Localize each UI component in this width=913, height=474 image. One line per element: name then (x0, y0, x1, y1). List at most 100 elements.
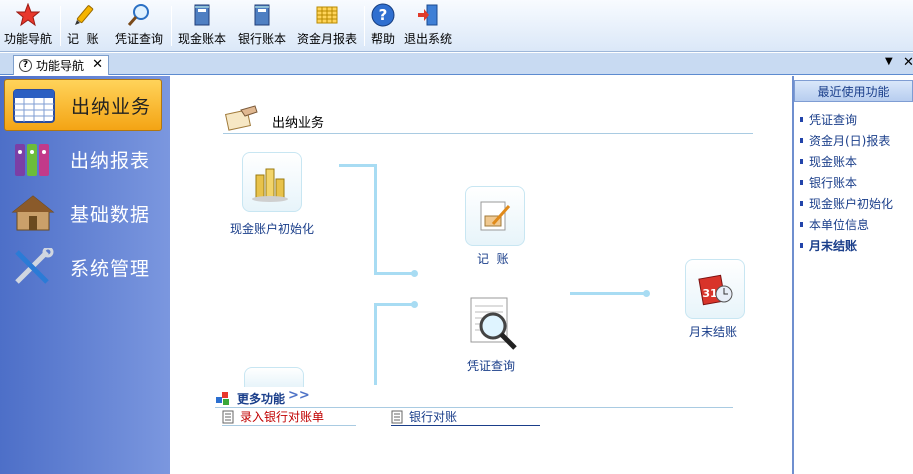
month-end-node-label[interactable]: 月末结账 (689, 323, 737, 340)
notepad-pencil-icon (480, 201, 511, 231)
recent-item-label: 凭证查询 (809, 112, 858, 127)
flow-connector (374, 164, 377, 274)
house-icon (10, 192, 56, 234)
nav-item-basic-data[interactable]: 基础数据 (4, 187, 162, 239)
help-icon: ? (19, 59, 32, 72)
cash-book-button-label: 现金账本 (178, 32, 227, 46)
voucher-query-node-label[interactable]: 凭证查询 (467, 357, 515, 374)
recent-item-cash-account-init[interactable]: 现金账户初始化 (800, 195, 893, 211)
cubes-icon (215, 390, 231, 409)
exit-icon (415, 2, 441, 28)
flow-connector (374, 303, 414, 306)
nav-item-label: 系统管理 (70, 257, 151, 280)
recent-item-bank-book[interactable]: 银行账本 (800, 174, 857, 190)
nav-button[interactable]: 功能导航 (4, 2, 52, 50)
flow-dot (643, 290, 650, 297)
nav-item-system-management[interactable]: 系统管理 (4, 241, 162, 293)
journal-button[interactable]: 记 账 (67, 2, 99, 50)
toolbar-separator (60, 6, 61, 46)
journal-button-label: 记 账 (67, 32, 99, 46)
toolbar-separator (364, 6, 365, 46)
voucher-query-button[interactable]: 凭证查询 (115, 2, 163, 50)
voucher-query-node[interactable] (463, 294, 523, 354)
section-header: 出纳业务 (223, 104, 753, 134)
recent-item-voucher-query[interactable]: 凭证查询 (800, 111, 857, 127)
journal-node[interactable] (465, 186, 525, 246)
recent-item-fund-report[interactable]: 资金月(日)报表 (800, 132, 890, 148)
flow-dot (411, 301, 418, 308)
spreadsheet-icon (314, 2, 340, 28)
month-end-node[interactable]: 31 (685, 259, 745, 319)
exit-button-label: 退出系统 (404, 32, 453, 46)
binders-icon (10, 138, 56, 180)
section-title: 出纳业务 (272, 116, 325, 131)
tools-icon (10, 246, 56, 288)
recent-functions-title: 最近使用功能 (817, 84, 890, 99)
svg-text:31: 31 (702, 287, 717, 300)
recent-item-label: 资金月(日)报表 (809, 133, 891, 148)
ledger-icon (189, 2, 215, 28)
tab-bar: ? 功能导航 ✕ ▼ ✕ (0, 53, 913, 75)
help-button-label: 帮助 (370, 32, 395, 46)
close-icon[interactable]: ✕ (903, 55, 913, 70)
fund-report-button-label: 资金月报表 (297, 32, 358, 46)
flow-dot (411, 270, 418, 277)
nav-item-label: 出纳报表 (70, 149, 151, 172)
recent-item-label: 银行账本 (809, 175, 858, 190)
bank-book-button[interactable]: 银行账本 (238, 2, 286, 50)
flow-connector (374, 303, 377, 385)
sub-link-label: 银行对账 (409, 410, 458, 424)
nav-item-cashier-business[interactable]: 出纳业务 (4, 79, 162, 131)
recent-functions-header: 最近使用功能 (794, 80, 913, 102)
nav-item-label: 基础数据 (70, 203, 151, 226)
recent-item-label: 月末结账 (809, 238, 858, 253)
fund-report-button[interactable]: 资金月报表 (297, 2, 357, 50)
more-functions-bar: 更多功能 >> (215, 388, 733, 408)
document-icon (222, 410, 234, 423)
help-button[interactable]: ? 帮助 (370, 2, 396, 50)
journal-node-label[interactable]: 记 账 (477, 250, 509, 267)
bank-book-button-label: 银行账本 (238, 32, 287, 46)
tab-label: 功能导航 (36, 59, 85, 73)
nav-item-label: 出纳业务 (71, 95, 152, 118)
svg-text:?: ? (379, 6, 388, 24)
more-functions-expand-icon[interactable]: >> (288, 388, 310, 403)
tab-list-dropdown-icon[interactable]: ▼ (885, 56, 893, 67)
sub-link-bank-statement-entry[interactable]: 录入银行对账单 (222, 408, 356, 426)
voucher-query-button-label: 凭证查询 (115, 32, 164, 46)
more-functions-label[interactable]: 更多功能 (237, 390, 285, 407)
nav-button-label: 功能导航 (4, 32, 53, 46)
sub-link-bank-reconciliation[interactable]: 银行对账 (391, 408, 540, 426)
writing-hand-icon (223, 104, 259, 135)
exit-button[interactable]: 退出系统 (404, 2, 452, 50)
coins-icon (252, 168, 288, 202)
magnifier-document-icon (470, 297, 517, 350)
tab-function-nav[interactable]: ? 功能导航 ✕ (13, 55, 109, 75)
cash-account-init-node[interactable] (242, 152, 302, 212)
recent-item-month-end[interactable]: 月末结账 (800, 237, 857, 253)
flow-connector (339, 164, 377, 167)
recent-item-cash-book[interactable]: 现金账本 (800, 153, 857, 169)
recent-item-unit-info[interactable]: 本单位信息 (800, 216, 869, 232)
recent-item-label: 本单位信息 (809, 217, 870, 232)
hidden-node[interactable] (244, 367, 304, 387)
cash-book-button[interactable]: 现金账本 (178, 2, 226, 50)
left-nav: 出纳业务 出纳报表 基础数据 系统管理 (0, 76, 170, 474)
pencil-icon (70, 2, 96, 28)
cash-account-init-label[interactable]: 现金账户初始化 (230, 220, 314, 237)
recent-item-label: 现金账本 (809, 154, 858, 169)
nav-item-cashier-reports[interactable]: 出纳报表 (4, 133, 162, 185)
magnifier-icon (126, 2, 152, 28)
flow-connector (374, 272, 414, 275)
help-icon: ? (370, 2, 396, 28)
calendar-icon (11, 84, 57, 126)
star-icon (15, 2, 41, 28)
main-toolbar: 功能导航 记 账 凭证查询 现金账本 银行账本 资金月报表 ? 帮助 退出系统 (0, 0, 913, 52)
close-icon[interactable]: ✕ (92, 57, 103, 72)
recent-functions-panel: 最近使用功能 凭证查询 资金月(日)报表 现金账本 银行账本 现金账户初始化 本… (792, 76, 913, 474)
calendar-clock-icon: 31 (698, 274, 733, 306)
main-workspace: 出纳业务 现金账户初始化 记 账 凭证查询 31 月末结账 更多功能 >> 录入… (171, 76, 790, 474)
recent-item-label: 现金账户初始化 (809, 196, 894, 211)
toolbar-separator (171, 6, 172, 46)
document-icon (391, 410, 403, 423)
